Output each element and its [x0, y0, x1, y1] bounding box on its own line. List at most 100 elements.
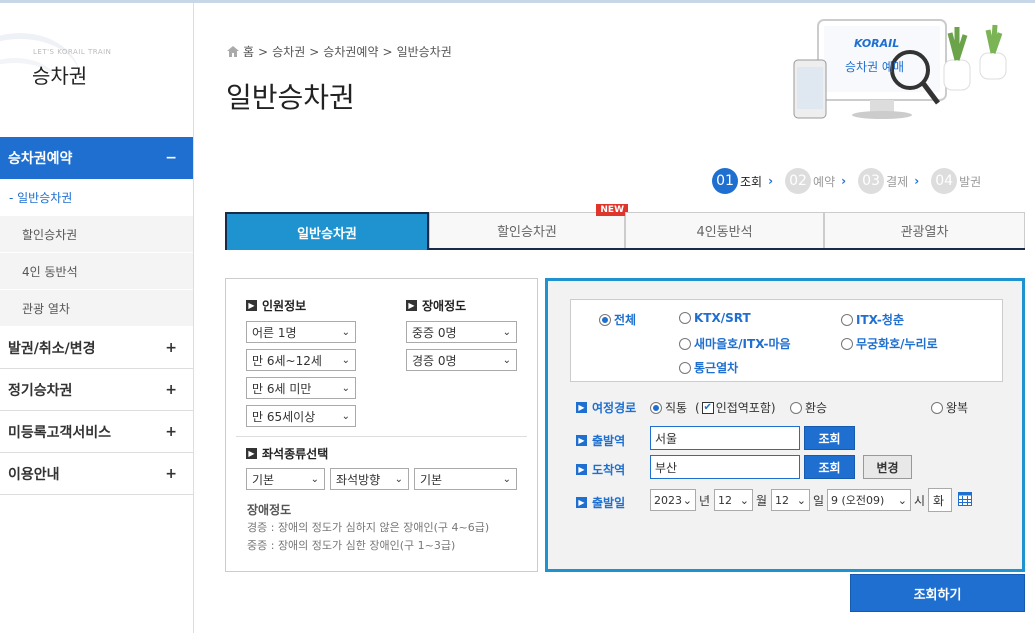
tab-tour-train[interactable]: 관광열차 [824, 212, 1025, 248]
nav-item-issue-cancel[interactable]: 발권/취소/변경 + [0, 327, 193, 369]
radio-dot [679, 361, 691, 374]
radio-label: ITX-청춘 [856, 313, 904, 327]
expand-icon[interactable]: + [165, 424, 177, 440]
step-label: 조회 [740, 174, 763, 189]
expand-icon[interactable]: + [165, 340, 177, 356]
seat-position-select[interactable]: 기본 ⌄ [414, 468, 517, 490]
input-value: 화 [933, 493, 945, 508]
divider [236, 436, 527, 437]
chevron-down-icon: ⌄ [502, 326, 511, 338]
train-type-saemaeul-radio[interactable]: 새마을호/ITX-마음 [679, 335, 791, 352]
passenger-panel: ▶ 인원정보 ▶ 장애정도 어른 1명 ⌄ 만 6세~12세 ⌄ 만 6세 미만 ⌄ … [225, 278, 538, 572]
departure-lookup-button[interactable]: 조회 [804, 426, 855, 450]
chevron-down-icon: ⌄ [502, 354, 511, 366]
select-value: 12 [775, 493, 789, 507]
radio-label: 환승 [805, 401, 828, 415]
sidebar: LET'S KORAIL TRAIN 승차권 승차권예약 − - 일반승차권 할… [0, 3, 194, 633]
tab-four-seat[interactable]: 4인동반석 [625, 212, 824, 248]
sub-item-label: - 일반승차권 [9, 190, 73, 205]
tab-label: 4인동반석 [696, 225, 753, 240]
calendar-icon[interactable] [958, 492, 972, 506]
arrival-station-input[interactable]: 부산 [650, 455, 800, 479]
route-transfer-radio[interactable]: 환승 [790, 399, 827, 416]
breadcrumb: 홈 > 승차권 > 승차권예약 > 일반승차권 [227, 43, 452, 60]
breadcrumb-separator: > [382, 44, 393, 59]
sub-item-four-seat[interactable]: 4인 동반석 [0, 253, 193, 290]
disability-section-label: ▶ 장애정도 [406, 297, 466, 314]
train-type-mugunghwa-radio[interactable]: 무궁화호/누리로 [841, 335, 938, 352]
tab-label: 일반승차권 [297, 226, 357, 242]
arrow-right-icon: ▶ [246, 300, 257, 311]
sub-item-tour-train[interactable]: 관광 열차 [0, 290, 193, 327]
nav-item-guest-service[interactable]: 미등록고객서비스 + [0, 411, 193, 453]
page-title: 일반승차권 [226, 81, 355, 114]
sub-item-general-ticket[interactable]: - 일반승차권 [0, 179, 193, 216]
mild-disability-select[interactable]: 경증 0명 ⌄ [406, 349, 517, 371]
checkbox-label: 인접역포함) [715, 401, 776, 415]
radio-dot [841, 337, 853, 350]
train-type-all-radio[interactable]: 전체 [599, 311, 636, 328]
weekday-field: 화 [928, 488, 952, 512]
seat-direction-select[interactable]: 좌석방향 ⌄ [330, 468, 409, 490]
year-select[interactable]: 2023 ⌄ [650, 489, 696, 511]
swap-stations-button[interactable]: 변경 [863, 455, 912, 479]
train-type-commuter-radio[interactable]: 통근열차 [679, 359, 738, 376]
sidebar-title: 승차권 [32, 64, 88, 88]
day-select[interactable]: 12 ⌄ [771, 489, 810, 511]
train-type-itx-radio[interactable]: ITX-청춘 [841, 311, 904, 328]
chevron-down-icon: ⌄ [341, 382, 350, 394]
route-direct-radio[interactable]: 직통 [650, 399, 687, 416]
korail-logo: KORAIL [854, 37, 900, 50]
sub-item-label: 관광 열차 [22, 301, 70, 316]
promo-illustration: KORAIL 승차권 예매 [790, 15, 1020, 130]
nearby-station-checkbox[interactable]: ( ✔ 인접역포함) [695, 399, 776, 416]
monitor-phone-illustration [793, 19, 1007, 119]
radio-label: 통근열차 [694, 361, 739, 375]
breadcrumb-ticket[interactable]: 승차권 [272, 43, 305, 60]
collapse-icon[interactable]: − [165, 150, 177, 166]
note-mild: 경증 : 장애의 정도가 심하지 않은 장애인(구 4~6급) [247, 521, 490, 534]
expand-icon[interactable]: + [165, 382, 177, 398]
tab-discount-ticket[interactable]: 할인승차권 NEW [429, 204, 628, 248]
step-number: 01 [712, 168, 738, 194]
route-panel: 전체 KTX/SRT ITX-청춘 새마을호/ITX-마음 무궁화호/누리로 통… [545, 278, 1025, 572]
field-label: 출발역 [592, 434, 626, 448]
home-icon[interactable] [227, 46, 239, 57]
section-title: 장애정도 [422, 299, 467, 313]
arrow-right-icon: ▶ [576, 402, 587, 413]
child-count-select[interactable]: 만 6세~12세 ⌄ [246, 349, 356, 371]
nav-item-season-ticket[interactable]: 정기승차권 + [0, 369, 193, 411]
nav-item-usage-guide[interactable]: 이용안내 + [0, 453, 193, 495]
step-reserve: 02 예약 › [785, 168, 854, 194]
hour-select[interactable]: 9 (오전09) ⌄ [827, 489, 911, 511]
month-select[interactable]: 12 ⌄ [714, 489, 753, 511]
adult-count-select[interactable]: 어른 1명 ⌄ [246, 321, 356, 343]
expand-icon[interactable]: + [165, 466, 177, 482]
radio-dot [790, 401, 802, 414]
chevron-down-icon: ⌄ [897, 493, 907, 507]
train-type-ktx-radio[interactable]: KTX/SRT [679, 311, 751, 325]
route-round-radio[interactable]: 왕복 [931, 399, 968, 416]
departure-station-input[interactable]: 서울 [650, 426, 800, 450]
sub-item-label: 4인 동반석 [22, 264, 78, 279]
seat-type-select[interactable]: 기본 ⌄ [246, 468, 325, 490]
nav-item-ticket-reservation[interactable]: 승차권예약 − [0, 137, 193, 179]
field-label: 출발일 [592, 496, 626, 510]
step-payment: 03 결제 › [858, 168, 927, 194]
route-label: ▶ 여정경로 [576, 399, 636, 416]
tab-general-ticket[interactable]: 일반승차권 [225, 212, 429, 250]
senior-count-select[interactable]: 만 65세이상 ⌄ [246, 405, 356, 427]
breadcrumb-home[interactable]: 홈 [243, 43, 254, 60]
sidebar-hero: LET'S KORAIL TRAIN 승차권 [0, 3, 193, 137]
section-title: 좌석종류선택 [262, 447, 329, 461]
select-value: 만 6세 미만 [252, 381, 312, 396]
sub-item-discount-ticket[interactable]: 할인승차권 [0, 216, 193, 253]
arrival-lookup-button[interactable]: 조회 [804, 455, 855, 479]
progress-steps: 01 조회 › 02 예약 › 03 결제 › 04 발권 [712, 168, 985, 194]
infant-count-select[interactable]: 만 6세 미만 ⌄ [246, 377, 356, 399]
nav-item-label: 승차권예약 [8, 151, 73, 167]
severe-disability-select[interactable]: 중증 0명 ⌄ [406, 321, 517, 343]
arrow-right-icon: ▶ [406, 300, 417, 311]
breadcrumb-reservation[interactable]: 승차권예약 [323, 43, 378, 60]
search-button[interactable]: 조회하기 [850, 574, 1025, 612]
